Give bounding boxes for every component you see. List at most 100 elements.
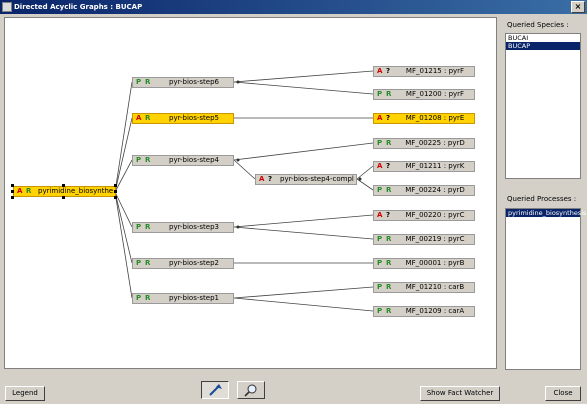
close-button[interactable]: Close: [545, 386, 581, 401]
step-node[interactable]: P R pyr-bios-step4: [132, 155, 234, 166]
node-status-letter: A: [377, 211, 383, 219]
gene-node[interactable]: A ? MF_01215 : pyrF: [373, 66, 475, 77]
app-icon: [2, 2, 12, 12]
node-status-letter: A: [136, 114, 142, 122]
step-node[interactable]: P R pyr-bios-step3: [132, 222, 234, 233]
node-status-letter: A: [377, 162, 383, 170]
gene-node[interactable]: A ? MF_01208 : pyrE: [373, 113, 475, 124]
node-label: pyr-bios-step3: [169, 223, 219, 231]
node-status-letter: R: [386, 186, 392, 194]
zoom-icon: [244, 384, 257, 397]
node-status-letter: P: [377, 235, 383, 243]
step-node[interactable]: P R pyr-bios-step2: [132, 258, 234, 269]
node-status-letter: R: [145, 156, 151, 164]
node-status-letter: P: [377, 186, 383, 194]
selection-handle[interactable]: [114, 184, 117, 187]
step-node[interactable]: A R pyr-bios-step5: [132, 113, 234, 124]
node-label: pyr-bios-step4-complex: [280, 175, 354, 183]
node-status-letter: ?: [386, 211, 391, 219]
node-status-letter: ?: [386, 162, 391, 170]
node-label: pyr-bios-step5: [169, 114, 219, 122]
gene-node[interactable]: P R MF_01209 : carA: [373, 306, 475, 317]
node-status-letter: R: [145, 223, 151, 231]
node-status-letter: R: [145, 78, 151, 86]
node-label: MF_00219 : pyrC: [405, 235, 465, 243]
node-status-letter: P: [377, 139, 383, 147]
process-item-pyrimidine-biosynthesis[interactable]: pyrimidine_biosynthesis: [506, 209, 586, 217]
window-titlebar[interactable]: Directed Acyclic Graphs : BUCAP ×: [0, 0, 587, 14]
gene-node[interactable]: P R MF_00001 : pyrB: [373, 258, 475, 269]
step-node[interactable]: P R pyr-bios-step6: [132, 77, 234, 88]
pointer-icon: [209, 384, 222, 396]
node-status-letter: ?: [386, 67, 391, 75]
node-status-letter: P: [377, 259, 383, 267]
node-label: pyr-bios-step4: [169, 156, 219, 164]
node-status-letter: P: [136, 294, 142, 302]
zoom-tool-button[interactable]: [237, 381, 265, 399]
node-label: MF_00224 : pyrD: [405, 186, 465, 194]
node-label: MF_00220 : pyrC: [405, 211, 465, 219]
node-status-letter: R: [145, 294, 151, 302]
step-node[interactable]: P R pyr-bios-step1: [132, 293, 234, 304]
node-status-letter: A: [377, 67, 383, 75]
node-status-letter: R: [145, 259, 151, 267]
node-status-letter: R: [26, 187, 32, 195]
node-status-letter: R: [386, 259, 392, 267]
node-label: MF_01215 : pyrF: [405, 67, 465, 75]
node-status-letter: P: [136, 156, 142, 164]
gene-node[interactable]: P R MF_00225 : pyrD: [373, 138, 475, 149]
gene-node[interactable]: P R MF_00224 : pyrD: [373, 185, 475, 196]
node-status-letter: R: [386, 90, 392, 98]
selection-handle[interactable]: [62, 184, 65, 187]
processes-label: Queried Processes :: [507, 195, 577, 203]
node-label: MF_01209 : carA: [405, 307, 465, 315]
selection-handle[interactable]: [62, 196, 65, 199]
species-item-bucap[interactable]: BUCAP: [506, 42, 580, 50]
node-label: pyrimidine_biosynthe...: [38, 187, 113, 195]
species-list[interactable]: BUCAI BUCAP: [505, 33, 581, 179]
node-status-letter: R: [386, 139, 392, 147]
gene-node[interactable]: A ? MF_00220 : pyrC: [373, 210, 475, 221]
node-status-letter: P: [136, 259, 142, 267]
window-close-icon[interactable]: ×: [571, 1, 585, 13]
complex-node[interactable]: A ? pyr-bios-step4-complex: [255, 174, 357, 185]
node-status-letter: P: [377, 90, 383, 98]
node-status-letter: P: [377, 307, 383, 315]
node-status-letter: A: [17, 187, 23, 195]
species-label: Queried Species :: [507, 21, 569, 29]
node-label: MF_01211 : pyrK: [405, 162, 465, 170]
show-fact-watcher-button[interactable]: Show Fact Watcher: [420, 386, 500, 401]
node-label: pyr-bios-step2: [169, 259, 219, 267]
node-status-letter: ?: [386, 114, 391, 122]
node-label: MF_00001 : pyrB: [405, 259, 465, 267]
gene-node[interactable]: P R MF_01210 : carB: [373, 282, 475, 293]
gene-node[interactable]: A ? MF_01211 : pyrK: [373, 161, 475, 172]
graph-canvas[interactable]: A R pyrimidine_biosynthe... P R pyr-bios…: [4, 17, 497, 369]
node-status-letter: R: [386, 307, 392, 315]
pointer-tool-button[interactable]: [201, 381, 229, 399]
processes-list[interactable]: pyrimidine_biosynthesis: [505, 208, 586, 370]
node-label: pyr-bios-step1: [169, 294, 219, 302]
species-item-bucai[interactable]: BUCAI: [506, 34, 580, 42]
gene-node[interactable]: P R MF_01200 : pyrF: [373, 89, 475, 100]
node-status-letter: A: [259, 175, 265, 183]
node-status-letter: P: [136, 78, 142, 86]
legend-button[interactable]: Legend: [5, 386, 45, 401]
node-label: pyr-bios-step6: [169, 78, 219, 86]
node-status-letter: R: [386, 283, 392, 291]
window-title: Directed Acyclic Graphs : BUCAP: [14, 3, 143, 11]
selection-handle[interactable]: [11, 196, 14, 199]
node-status-letter: ?: [268, 175, 273, 183]
gene-node[interactable]: P R MF_00219 : pyrC: [373, 234, 475, 245]
node-status-letter: A: [377, 114, 383, 122]
selection-handle[interactable]: [114, 190, 117, 193]
node-label: MF_00225 : pyrD: [405, 139, 465, 147]
node-status-letter: P: [377, 283, 383, 291]
selection-handle[interactable]: [11, 190, 14, 193]
node-status-letter: R: [386, 235, 392, 243]
node-status-letter: R: [145, 114, 151, 122]
selection-handle[interactable]: [11, 184, 14, 187]
selection-handle[interactable]: [114, 196, 117, 199]
node-label: MF_01200 : pyrF: [405, 90, 465, 98]
node-label: MF_01210 : carB: [405, 283, 465, 291]
